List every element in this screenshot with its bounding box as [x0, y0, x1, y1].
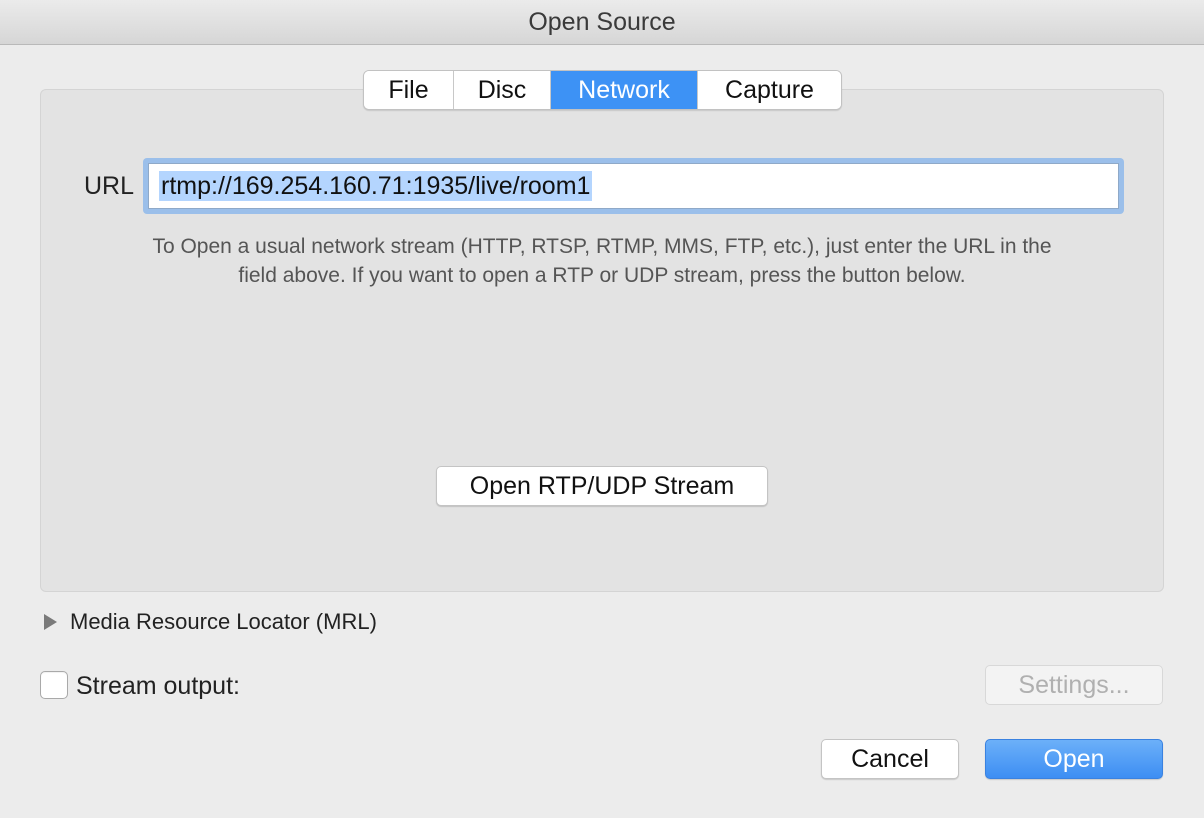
- settings-button: Settings...: [985, 665, 1163, 705]
- stream-output-label[interactable]: Stream output:: [76, 671, 240, 701]
- disclosure-triangle-right-icon[interactable]: [44, 614, 57, 630]
- open-button[interactable]: Open: [985, 739, 1163, 779]
- url-label: URL: [84, 172, 135, 200]
- tab-network[interactable]: Network: [551, 71, 698, 109]
- network-help-text: To Open a usual network stream (HTTP, RT…: [60, 232, 1144, 290]
- open-source-dialog: Open Source File Disc Network Capture UR…: [0, 0, 1204, 818]
- help-text-line-1: To Open a usual network stream (HTTP, RT…: [152, 235, 1052, 258]
- url-input[interactable]: rtmp://169.254.160.71:1935/live/room1: [148, 163, 1119, 209]
- tab-capture[interactable]: Capture: [698, 71, 841, 109]
- source-tabs: File Disc Network Capture: [363, 70, 842, 110]
- url-field-focus-ring: rtmp://169.254.160.71:1935/live/room1: [143, 158, 1124, 214]
- tab-file[interactable]: File: [364, 71, 454, 109]
- help-text-line-2: field above. If you want to open a RTP o…: [238, 264, 966, 287]
- window-title: Open Source: [0, 0, 1204, 45]
- open-rtp-udp-stream-button[interactable]: Open RTP/UDP Stream: [436, 466, 768, 506]
- url-input-value: rtmp://169.254.160.71:1935/live/room1: [159, 171, 593, 201]
- mrl-label: Media Resource Locator (MRL): [70, 609, 377, 634]
- stream-output-checkbox[interactable]: [40, 671, 68, 699]
- cancel-button[interactable]: Cancel: [821, 739, 959, 779]
- mrl-disclosure[interactable]: Media Resource Locator (MRL): [44, 607, 377, 637]
- tab-disc[interactable]: Disc: [454, 71, 551, 109]
